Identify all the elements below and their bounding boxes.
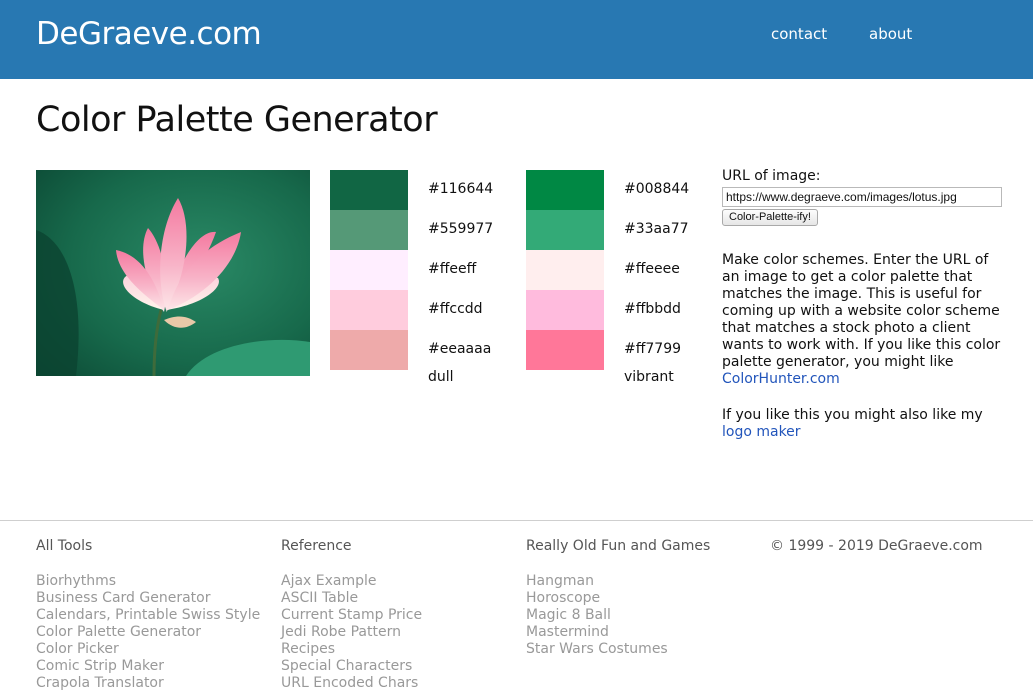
- dull-swatch-1: [330, 170, 408, 210]
- color-palette-ify-button[interactable]: Color-Palette-ify!: [722, 209, 818, 226]
- footer-link[interactable]: Comic Strip Maker: [36, 658, 260, 675]
- footer-link[interactable]: Crapola Translator: [36, 675, 260, 692]
- also-like-text: If you like this you might also like my: [722, 407, 983, 423]
- vibrant-swatch-4: [526, 290, 604, 330]
- copyright: © 1999 - 2019 DeGraeve.com: [770, 538, 983, 554]
- dull-swatch-5: [330, 330, 408, 370]
- dull-hex-5: #eeaaaa: [428, 341, 492, 357]
- footer-link[interactable]: Current Stamp Price: [281, 607, 422, 624]
- footer-link[interactable]: Special Characters: [281, 658, 422, 675]
- vibrant-hex-1: #008844: [624, 181, 690, 197]
- footer-link[interactable]: Hangman: [526, 573, 710, 590]
- vibrant-hex-4: #ffbbdd: [624, 301, 681, 317]
- vibrant-swatch-5: [526, 330, 604, 370]
- footer-link[interactable]: Mastermind: [526, 624, 710, 641]
- nav-about[interactable]: about: [869, 25, 912, 43]
- dull-hex-1: #116644: [428, 181, 494, 197]
- footer-link[interactable]: Calendars, Printable Swiss Style: [36, 607, 260, 624]
- footer-link[interactable]: Recipes: [281, 641, 422, 658]
- footer-col-reference: Reference Ajax Example ASCII Table Curre…: [281, 538, 422, 692]
- footer-link[interactable]: ASCII Table: [281, 590, 422, 607]
- side-panel: URL of image: Color-Palette-ify! Make co…: [722, 168, 1007, 441]
- footer-heading: All Tools: [36, 538, 93, 554]
- footer-link[interactable]: Star Wars Costumes: [526, 641, 710, 658]
- lotus-image: [36, 170, 310, 376]
- footer-heading: Reference: [281, 538, 352, 554]
- footer-heading: Really Old Fun and Games: [526, 538, 711, 554]
- logo-maker-link[interactable]: logo maker: [722, 424, 801, 440]
- vibrant-swatch-1: [526, 170, 604, 210]
- vibrant-hex-5: #ff7799: [624, 341, 682, 357]
- nav-contact[interactable]: contact: [771, 25, 827, 43]
- dull-hex-2: #559977: [428, 221, 494, 237]
- vibrant-hex-3: #ffeeee: [624, 261, 680, 277]
- footer-col-games: Really Old Fun and Games Hangman Horosco…: [526, 538, 710, 658]
- footer-link[interactable]: Ajax Example: [281, 573, 422, 590]
- footer-divider: [0, 520, 1033, 521]
- footer-col-all-tools: All Tools Biorhythms Business Card Gener…: [36, 538, 260, 692]
- dull-swatch-3: [330, 250, 408, 290]
- footer-link[interactable]: Business Card Generator: [36, 590, 260, 607]
- also-like: If you like this you might also like my …: [722, 407, 1007, 441]
- description: Make color schemes. Enter the URL of an …: [722, 252, 1007, 388]
- vibrant-label: vibrant: [624, 369, 674, 385]
- vibrant-swatch-3: [526, 250, 604, 290]
- footer-link[interactable]: Jedi Robe Pattern: [281, 624, 422, 641]
- footer-link[interactable]: Color Picker: [36, 641, 260, 658]
- vibrant-hex-2: #33aa77: [624, 221, 689, 237]
- vibrant-swatch-2: [526, 210, 604, 250]
- url-label: URL of image:: [722, 168, 821, 184]
- dull-swatch-2: [330, 210, 408, 250]
- site-logo[interactable]: DeGraeve.com: [36, 16, 262, 52]
- dull-swatch-4: [330, 290, 408, 330]
- footer-link[interactable]: Magic 8 Ball: [526, 607, 710, 624]
- footer-link[interactable]: Horoscope: [526, 590, 710, 607]
- dull-label: dull: [428, 369, 454, 385]
- footer-link[interactable]: Color Palette Generator: [36, 624, 260, 641]
- dull-hex-4: #ffccdd: [428, 301, 483, 317]
- description-text: Make color schemes. Enter the URL of an …: [722, 252, 1001, 370]
- dull-hex-3: #ffeeff: [428, 261, 477, 277]
- page-title: Color Palette Generator: [36, 100, 438, 140]
- footer-link[interactable]: URL Encoded Chars: [281, 675, 422, 692]
- colorhunter-link[interactable]: ColorHunter.com: [722, 371, 840, 387]
- site-header: DeGraeve.com contact about: [0, 0, 1033, 79]
- footer-link[interactable]: Biorhythms: [36, 573, 260, 590]
- url-input[interactable]: [722, 187, 1002, 207]
